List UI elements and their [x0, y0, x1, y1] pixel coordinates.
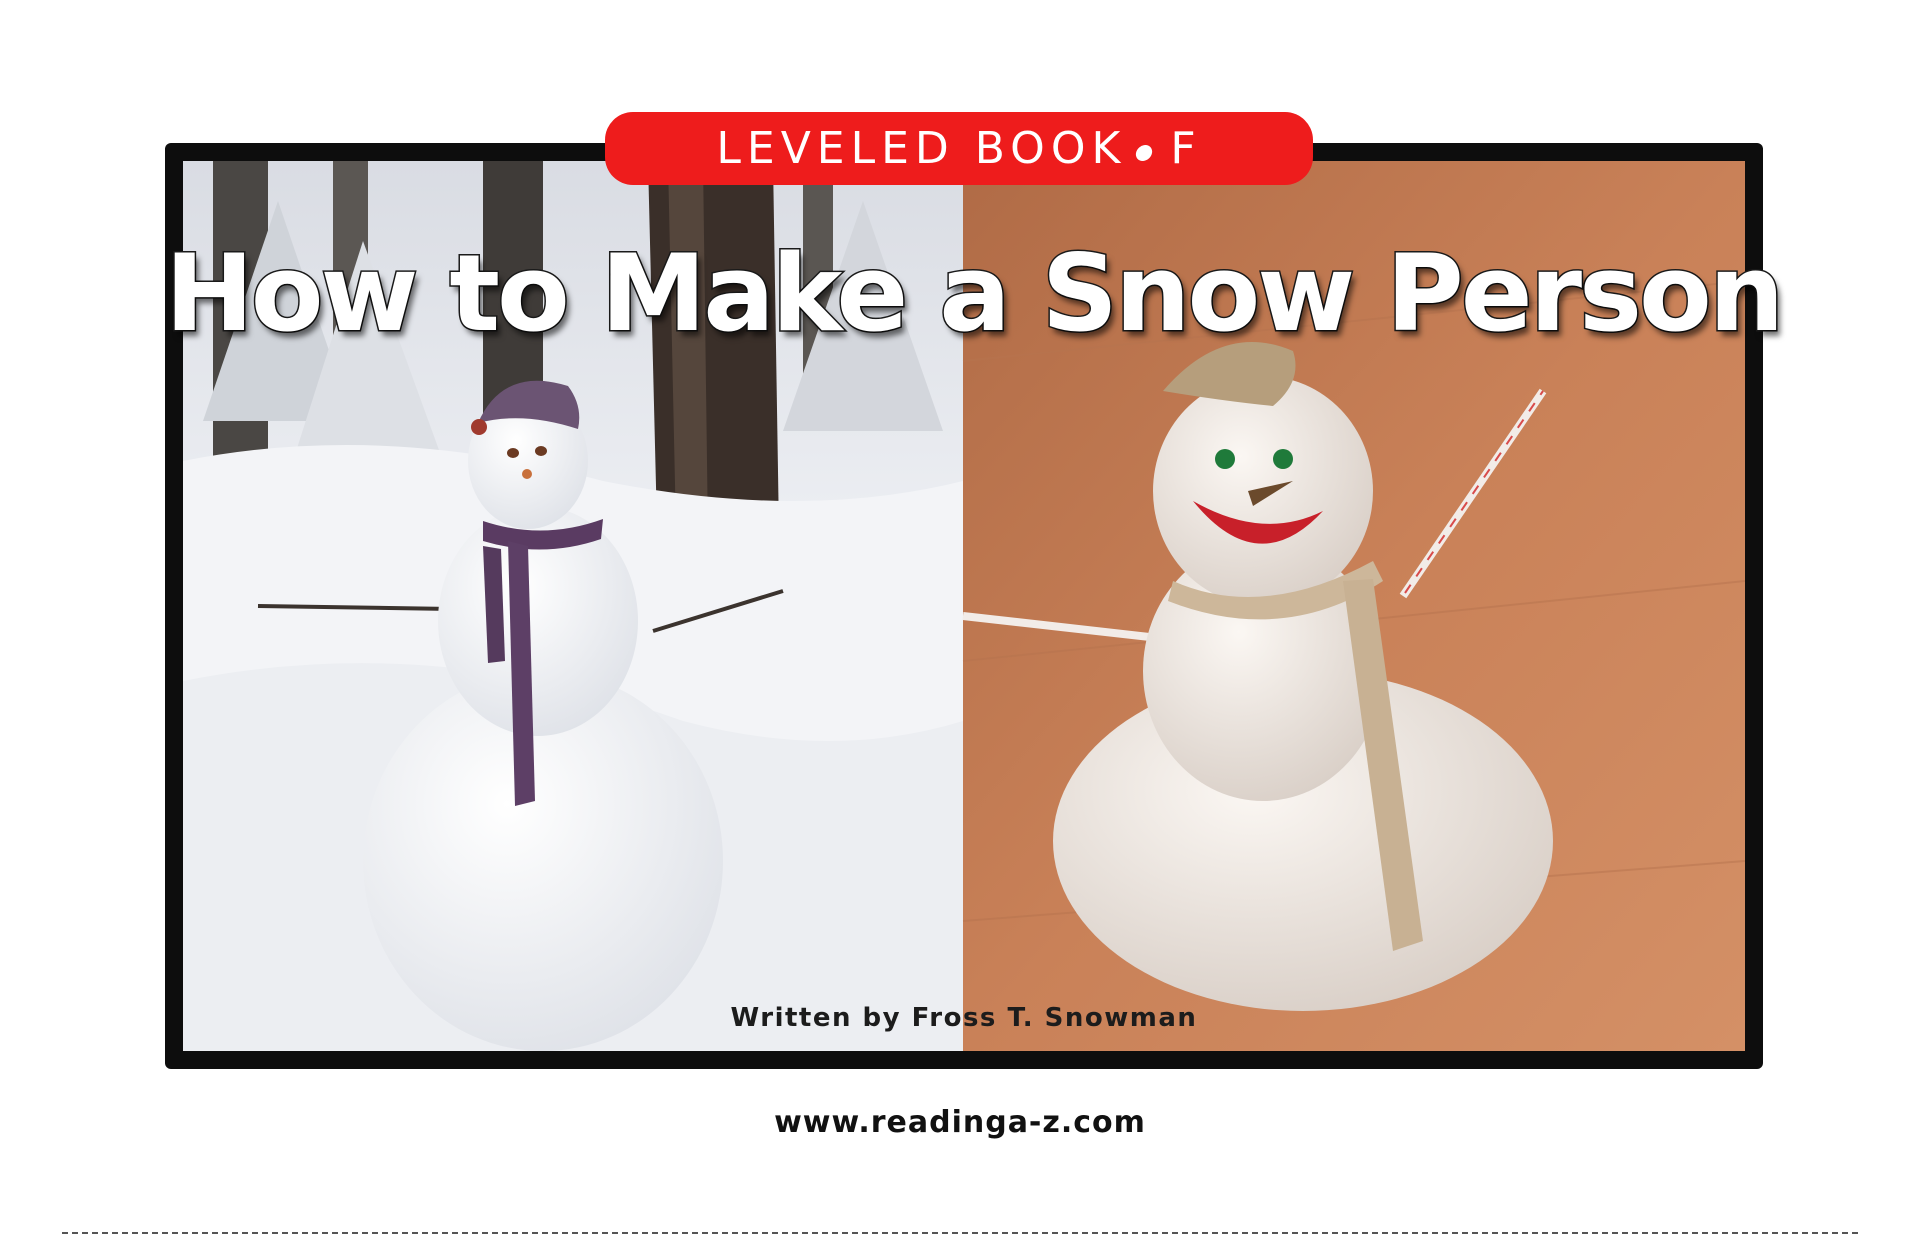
website-link[interactable]: www.readinga-z.com [0, 1105, 1920, 1140]
series-label: LEVELED BOOK [716, 123, 1127, 174]
dashed-cut-line [62, 1232, 1858, 1234]
bullet-dot-icon [1134, 144, 1154, 161]
author-byline: Written by Fross T. Snowman [730, 1003, 1198, 1033]
book-title: How to Make a Snow Person [164, 231, 1786, 357]
leveled-book-badge: LEVELED BOOK F [605, 112, 1313, 185]
book-level: F [1170, 123, 1202, 174]
